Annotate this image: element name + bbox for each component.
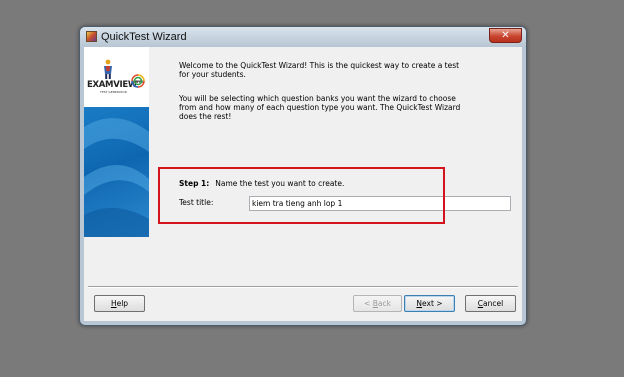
- next-button[interactable]: Next >: [404, 295, 455, 312]
- highlight-annotation-box: [158, 167, 445, 224]
- help-button[interactable]: Help: [94, 295, 145, 312]
- intro-text: You will be selecting which question ban…: [179, 94, 469, 121]
- logo-subtitle: TEST GENERATOR: [100, 90, 127, 94]
- quicktest-wizard-dialog: QuickTest Wizard ✕ EXAMVIEWPRO TEST GENE…: [79, 26, 527, 326]
- sidebar-blue-banner: [84, 107, 149, 237]
- window-title: QuickTest Wizard: [101, 31, 187, 43]
- welcome-text: Welcome to the QuickTest Wizard! This is…: [179, 61, 469, 79]
- close-icon: ✕: [501, 29, 510, 41]
- logo-swirl-icon: [131, 74, 145, 88]
- examview-logo: EXAMVIEWPRO TEST GENERATOR: [84, 47, 149, 107]
- title-bar[interactable]: QuickTest Wizard ✕: [80, 27, 526, 47]
- back-button[interactable]: < Back: [353, 295, 402, 312]
- wizard-body: EXAMVIEWPRO TEST GENERATOR Welcome to th…: [84, 47, 522, 321]
- banner-wave-graphic: [84, 118, 149, 237]
- button-area-divider: [88, 286, 518, 288]
- intro-line: from and how many of each question type …: [179, 103, 461, 112]
- close-button[interactable]: ✕: [489, 28, 522, 43]
- app-icon: [86, 31, 97, 42]
- cancel-button[interactable]: Cancel: [465, 295, 516, 312]
- teacher-figure-icon: [104, 59, 112, 79]
- wizard-sidebar: EXAMVIEWPRO TEST GENERATOR: [84, 47, 149, 237]
- intro-line: does the rest!: [179, 112, 232, 121]
- intro-line: You will be selecting which question ban…: [179, 94, 456, 103]
- welcome-line: Welcome to the QuickTest Wizard! This is…: [179, 61, 460, 70]
- welcome-line: for your students.: [179, 70, 246, 79]
